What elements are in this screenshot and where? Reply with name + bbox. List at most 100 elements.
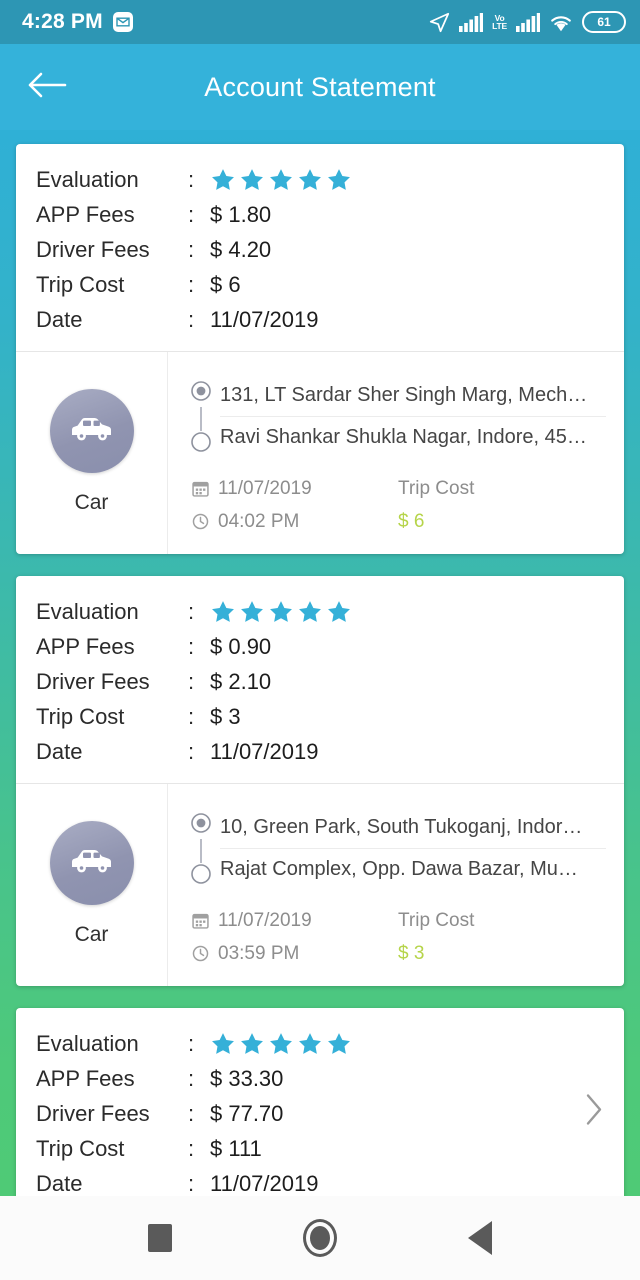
trip-time: 04:02 PM	[218, 510, 300, 532]
colon: :	[188, 166, 195, 192]
phone-screen: 4:28 PM Vo LTE 61 Account Statement Eval…	[0, 0, 640, 1280]
trip-cost-label: Trip Cost	[36, 1135, 125, 1161]
app-fees-label: APP Fees	[36, 633, 135, 659]
colon: :	[188, 1030, 195, 1056]
pickup-address-row: 10, Green Park, South Tukoganj, Indor…	[220, 806, 606, 848]
summary-row-driver-fees: Driver Fees : $ 4.20	[36, 232, 604, 267]
colon: :	[188, 738, 195, 764]
summary-row-date: Date : 11/07/2019	[36, 734, 604, 769]
evaluation-label: Evaluation	[36, 598, 139, 624]
colon: :	[188, 306, 195, 332]
summary-row-evaluation: Evaluation :	[36, 162, 604, 197]
route-markers	[182, 374, 220, 458]
trip-info: 10, Green Park, South Tukoganj, Indor… R…	[168, 784, 624, 986]
signal-bars-icon-2	[516, 12, 540, 32]
rating-stars	[210, 599, 352, 625]
message-icon	[112, 12, 133, 32]
colon: :	[188, 668, 195, 694]
battery-level-label: 61	[597, 15, 611, 29]
battery-indicator: 61	[582, 11, 626, 33]
vehicle-label: Car	[74, 923, 109, 946]
android-nav-bar	[0, 1196, 640, 1280]
vehicle-label: Car	[74, 491, 109, 514]
date-label: Date	[36, 306, 83, 332]
back-nav-button[interactable]	[445, 1203, 515, 1273]
summary-row-driver-fees: Driver Fees : $ 2.10	[36, 664, 604, 699]
summary-row-trip-cost: Trip Cost : $ 3	[36, 699, 604, 734]
driver-fees-label: Driver Fees	[36, 236, 150, 262]
trip-cost-heading: Trip Cost	[398, 477, 475, 499]
evaluation-label: Evaluation	[36, 1030, 139, 1056]
date-value: 11/07/2019	[210, 738, 319, 764]
pickup-marker-icon	[190, 812, 212, 839]
recents-button[interactable]	[125, 1203, 195, 1273]
pickup-address: 10, Green Park, South Tukoganj, Indor…	[220, 815, 583, 838]
app-fees-value: $ 0.90	[210, 633, 272, 659]
address-texts: 131, LT Sardar Sher Singh Marg, Mech… Ra…	[220, 374, 606, 458]
summary-row-app-fees: APP Fees : $ 33.30	[36, 1061, 604, 1096]
summary-row-evaluation: Evaluation :	[36, 594, 604, 629]
trip-time-line: 03:59 PM	[192, 937, 398, 970]
pickup-marker-icon	[190, 380, 212, 407]
trip-cost-value: $ 111	[210, 1135, 262, 1161]
statement-card[interactable]: Evaluation : APP Fees : $ 0.90 Driver Fe…	[16, 576, 624, 986]
trip-time-line: 04:02 PM	[192, 505, 398, 538]
app-fees-label: APP Fees	[36, 1065, 135, 1091]
chevron-right-icon[interactable]	[584, 1092, 604, 1131]
trip-meta: 11/07/2019 03:59 PM Trip Cost $ 3	[182, 904, 606, 970]
trip-date-line: 11/07/2019	[192, 472, 398, 505]
home-button[interactable]	[285, 1203, 355, 1273]
statement-list[interactable]: Evaluation : APP Fees : $ 1.80 Driver Fe…	[0, 130, 640, 1196]
summary-row-driver-fees: Driver Fees : $ 77.70	[36, 1096, 604, 1131]
date-label: Date	[36, 738, 83, 764]
colon: :	[188, 1100, 195, 1126]
colon: :	[188, 201, 195, 227]
vehicle-avatar	[49, 389, 134, 473]
statement-card[interactable]: Evaluation : APP Fees : $ 1.80 Driver Fe…	[16, 144, 624, 554]
dropoff-address: Rajat Complex, Opp. Dawa Bazar, Mu…	[220, 858, 578, 880]
driver-fees-label: Driver Fees	[36, 1100, 150, 1126]
dropoff-marker-icon	[190, 431, 212, 458]
dropoff-marker-icon	[190, 863, 212, 890]
route-line	[200, 839, 202, 863]
trip-meta: 11/07/2019 04:02 PM Trip Cost $ 6	[182, 472, 606, 538]
summary-row-date: Date : 11/07/2019	[36, 1166, 604, 1196]
summary-row-app-fees: APP Fees : $ 0.90	[36, 629, 604, 664]
colon: :	[188, 271, 195, 297]
app-bar: Account Statement	[0, 44, 640, 130]
car-icon	[69, 845, 115, 882]
trip-date-line: 11/07/2019	[192, 904, 398, 937]
colon: :	[188, 1170, 195, 1196]
recents-square-icon	[148, 1224, 172, 1252]
status-bar-right: Vo LTE 61	[429, 11, 626, 33]
back-button[interactable]	[16, 56, 78, 118]
statement-card[interactable]: Evaluation : APP Fees : $ 33.30 Driver F…	[16, 1008, 624, 1196]
trip-meta-datetime: 11/07/2019 03:59 PM	[192, 904, 398, 970]
colon: :	[188, 1135, 195, 1161]
trip-cost-value: $ 3	[210, 703, 241, 729]
colon: :	[188, 703, 195, 729]
page-title: Account Statement	[204, 71, 436, 102]
status-bar-clock: 4:28 PM	[22, 10, 103, 33]
trip-details[interactable]: Car	[16, 352, 624, 554]
app-fees-value: $ 33.30	[210, 1065, 284, 1091]
back-arrow-icon	[27, 70, 67, 105]
app-fees-value: $ 1.80	[210, 201, 272, 227]
route-markers	[182, 806, 220, 890]
vehicle-block: Car	[16, 352, 168, 554]
trip-cost-label: Trip Cost	[36, 271, 125, 297]
summary-row-trip-cost: Trip Cost : $ 6	[36, 267, 604, 302]
clock-icon	[192, 945, 209, 962]
trip-cost-heading: Trip Cost	[398, 909, 475, 931]
trip-date: 11/07/2019	[218, 909, 312, 931]
summary-row-trip-cost: Trip Cost : $ 111	[36, 1131, 604, 1166]
dropoff-address-row: Ravi Shankar Shukla Nagar, Indore, 45…	[220, 416, 606, 458]
summary-row-evaluation: Evaluation :	[36, 1026, 604, 1061]
trip-meta-datetime: 11/07/2019 04:02 PM	[192, 472, 398, 538]
status-bar: 4:28 PM Vo LTE 61	[0, 0, 640, 44]
clock-icon	[192, 513, 209, 530]
evaluation-label: Evaluation	[36, 166, 139, 192]
trip-cost-value: $ 6	[210, 271, 241, 297]
trip-details[interactable]: Car	[16, 784, 624, 986]
card-summary: Evaluation : APP Fees : $ 33.30 Driver F…	[16, 1008, 624, 1196]
